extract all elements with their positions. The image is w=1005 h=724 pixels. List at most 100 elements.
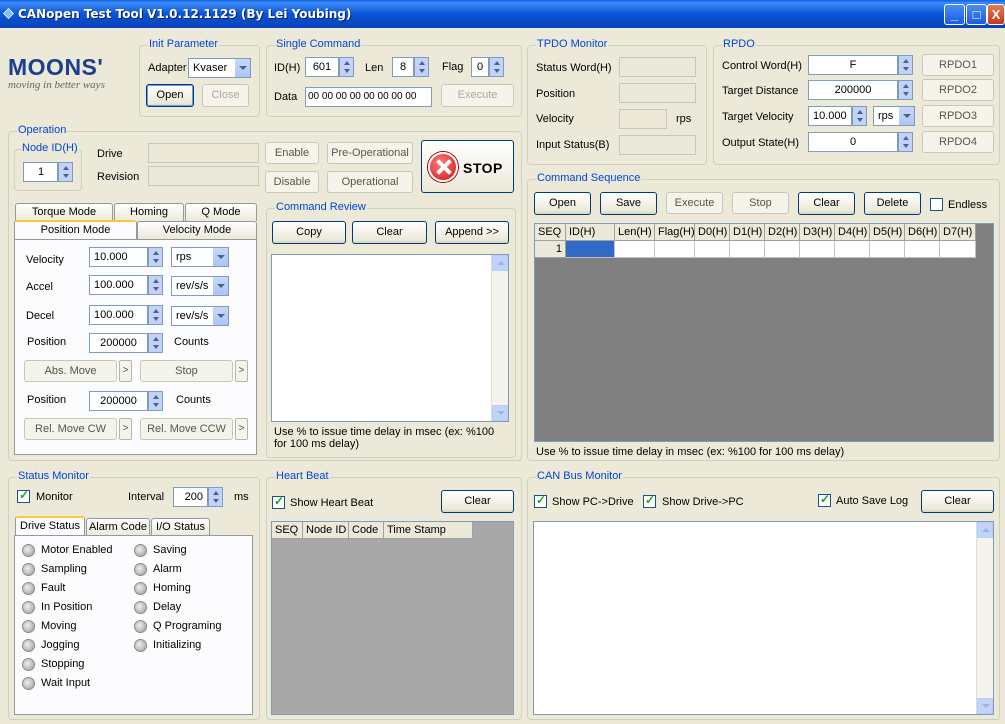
column-header[interactable]: D0(H) (695, 224, 730, 241)
interval-spinner[interactable] (208, 487, 223, 507)
column-header[interactable]: Time Stamp (384, 522, 473, 539)
abs-move-button[interactable]: Abs. Move (24, 360, 117, 382)
append-button[interactable]: Append >> (435, 221, 509, 244)
pre-operational-button[interactable]: Pre-Operational (327, 142, 413, 164)
rpdo2-button[interactable]: RPDO2 (922, 79, 994, 101)
rel-move-ccw-button[interactable]: Rel. Move CCW (140, 418, 233, 440)
target-distance-spinner[interactable] (898, 80, 913, 100)
rel-position-spinner[interactable] (148, 391, 163, 411)
column-header[interactable]: SEQ (535, 224, 566, 241)
decel-input[interactable]: 100.000 (89, 305, 148, 325)
id-spinner[interactable] (339, 57, 354, 77)
tab-alarm-code[interactable]: Alarm Code (86, 518, 150, 536)
table-cell[interactable] (905, 241, 940, 258)
table-cell[interactable] (940, 241, 976, 258)
tab-velocity-mode[interactable]: Velocity Mode (137, 221, 257, 239)
table-cell[interactable] (870, 241, 905, 258)
flag-input[interactable]: 0 (471, 57, 489, 77)
can-clear-button[interactable]: Clear (921, 490, 994, 513)
review-clear-button[interactable]: Clear (352, 221, 427, 244)
interval-input[interactable]: 200 (173, 487, 208, 507)
sequence-grid[interactable]: SEQ ID(H) Len(H) Flag(H) D0(H) D1(H) D2(… (534, 223, 994, 442)
target-distance-input[interactable]: 200000 (808, 80, 898, 100)
heartbeat-clear-button[interactable]: Clear (441, 490, 514, 513)
tab-homing[interactable]: Homing (114, 203, 184, 221)
table-cell[interactable] (695, 241, 730, 258)
table-cell[interactable] (615, 241, 655, 258)
rel-cw-arrow-button[interactable]: > (119, 418, 132, 440)
rel-ccw-arrow-button[interactable]: > (235, 418, 248, 440)
disable-button[interactable]: Disable (265, 171, 319, 193)
monitor-checkbox[interactable] (17, 488, 30, 503)
show-pc-drive-checkbox[interactable] (534, 493, 547, 508)
column-header[interactable]: D3(H) (800, 224, 835, 241)
endless-checkbox[interactable] (930, 198, 943, 211)
tab-drive-status[interactable]: Drive Status (15, 516, 85, 535)
maximize-button[interactable]: □ (966, 4, 987, 25)
target-velocity-spinner[interactable] (852, 106, 867, 126)
output-state-input[interactable]: 0 (808, 132, 898, 152)
data-input[interactable]: 00 00 00 00 00 00 00 00 (305, 87, 432, 107)
tab-position-mode[interactable]: Position Mode (14, 220, 137, 239)
can-log-scrollbar[interactable] (976, 522, 993, 714)
column-header[interactable]: D5(H) (870, 224, 905, 241)
tab-q-mode[interactable]: Q Mode (185, 203, 257, 221)
column-header[interactable]: Len(H) (615, 224, 655, 241)
adapter-select[interactable]: Kvaser (188, 58, 251, 78)
copy-button[interactable]: Copy (272, 221, 346, 244)
rel-position-input[interactable]: 200000 (89, 391, 148, 411)
stop-arrow-button[interactable]: > (235, 360, 248, 382)
column-header[interactable]: ID(H) (566, 224, 615, 241)
abs-move-arrow-button[interactable]: > (119, 360, 132, 382)
accel-spinner[interactable] (148, 275, 163, 295)
tab-torque-mode[interactable]: Torque Mode (15, 203, 113, 221)
node-id-spinner[interactable] (58, 162, 73, 182)
scroll-up-icon[interactable] (492, 255, 508, 271)
decel-unit-select[interactable]: rev/s/s (171, 306, 229, 326)
velocity-input[interactable]: 10.000 (89, 247, 148, 267)
show-drive-pc-checkbox[interactable] (643, 493, 656, 508)
len-input[interactable]: 8 (392, 57, 414, 77)
target-velocity-unit-select[interactable]: rps (873, 106, 915, 126)
output-state-spinner[interactable] (898, 132, 913, 152)
target-velocity-input[interactable]: 10.000 (808, 106, 852, 126)
table-cell[interactable] (835, 241, 870, 258)
command-review-textarea[interactable] (271, 254, 509, 422)
table-cell[interactable] (655, 241, 695, 258)
table-cell[interactable] (730, 241, 765, 258)
rpdo3-button[interactable]: RPDO3 (922, 105, 994, 127)
control-word-input[interactable]: F (808, 55, 898, 75)
rel-move-cw-button[interactable]: Rel. Move CW (24, 418, 117, 440)
velocity-spinner[interactable] (148, 247, 163, 267)
control-word-spinner[interactable] (898, 55, 913, 75)
rpdo4-button[interactable]: RPDO4 (922, 131, 994, 153)
column-header[interactable]: D1(H) (730, 224, 765, 241)
minimize-button[interactable]: _ (944, 4, 965, 25)
node-id-input[interactable]: 1 (23, 162, 58, 182)
selected-cell[interactable] (566, 241, 615, 258)
seq-clear-button[interactable]: Clear (798, 192, 855, 215)
tab-io-status[interactable]: I/O Status (151, 518, 210, 536)
flag-spinner[interactable] (489, 57, 504, 77)
seq-save-button[interactable]: Save (600, 192, 657, 215)
auto-save-log-checkbox[interactable] (818, 492, 831, 507)
scroll-up-icon[interactable] (977, 522, 993, 538)
close-adapter-button[interactable]: Close (202, 84, 249, 107)
can-bus-log-textarea[interactable] (533, 521, 994, 715)
accel-input[interactable]: 100.000 (89, 275, 148, 295)
stop-move-button[interactable]: Stop (140, 360, 233, 382)
seq-stop-button[interactable]: Stop (732, 192, 789, 214)
emergency-stop-button[interactable]: STOP (421, 140, 514, 193)
table-cell[interactable] (765, 241, 800, 258)
enable-button[interactable]: Enable (265, 142, 319, 164)
velocity-unit-select[interactable]: rps (171, 247, 229, 267)
rpdo1-button[interactable]: RPDO1 (922, 54, 994, 76)
review-scrollbar[interactable] (491, 255, 508, 421)
column-header[interactable]: D6(H) (905, 224, 940, 241)
operational-button[interactable]: Operational (327, 171, 413, 193)
column-header[interactable]: D4(H) (835, 224, 870, 241)
scroll-down-icon[interactable] (977, 698, 993, 714)
column-header[interactable]: Node ID (303, 522, 349, 539)
abs-position-input[interactable]: 200000 (89, 333, 148, 353)
abs-position-spinner[interactable] (148, 333, 163, 353)
